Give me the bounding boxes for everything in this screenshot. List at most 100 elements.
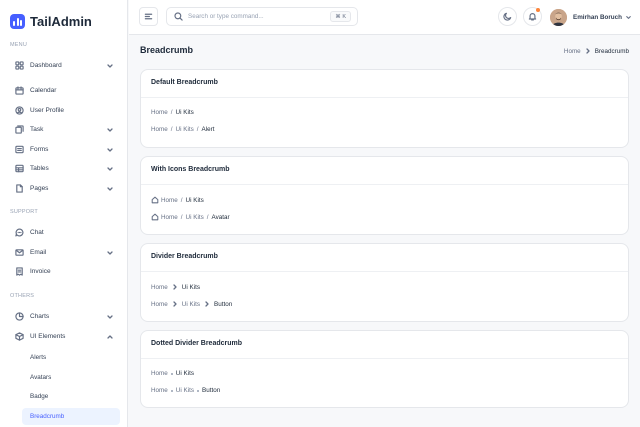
sidebar-item-label: Tables (30, 165, 49, 172)
sidebar-subitem-avatars[interactable]: Avatars (22, 369, 120, 386)
avatar (550, 8, 567, 26)
breadcrumb-row: Home Ui Kits Button (151, 300, 232, 308)
sidebar-item-ui-elements[interactable]: UI Elements (8, 328, 120, 345)
section-title-others: OTHERS (10, 293, 35, 299)
chevron-down-icon (107, 148, 113, 152)
breadcrumb-current: Button (214, 300, 233, 308)
sidebar-item-label: Email (30, 249, 47, 256)
breadcrumb-home-link[interactable]: Home (151, 284, 168, 291)
sidebar-item-email[interactable]: Email (8, 244, 120, 261)
chevron-right-icon (586, 48, 590, 54)
theme-toggle-button[interactable] (498, 7, 517, 26)
top-header: ⌘ K Emirhan Boruch (129, 0, 640, 35)
sidebar-item-tables[interactable]: Tables (8, 160, 120, 177)
sidebar-item-forms[interactable]: Forms (8, 141, 120, 158)
card-icons-breadcrumb: With Icons Breadcrumb Home / Ui Kits Hom… (140, 156, 629, 235)
breadcrumb-current: Ui Kits (175, 109, 194, 116)
sidebar-item-task[interactable]: Task (8, 121, 120, 138)
chevron-right-icon (173, 301, 177, 307)
bell-icon (528, 13, 537, 21)
home-icon (151, 213, 159, 221)
slash-divider: / (180, 213, 183, 221)
breadcrumb-current: Avatar (211, 213, 230, 221)
sidebar-item-calendar[interactable]: Calendar (8, 82, 120, 99)
card-divider (141, 97, 628, 98)
breadcrumb-home-link[interactable]: Home (151, 370, 168, 377)
sidebar-item-charts[interactable]: Charts (8, 308, 120, 325)
chevron-down-icon (107, 187, 113, 191)
moon-icon (503, 12, 512, 21)
sidebar-item-pages[interactable]: Pages (8, 180, 120, 197)
breadcrumb-row: Home Ui Kits (151, 283, 200, 291)
breadcrumb-home-link[interactable]: Home (564, 48, 581, 55)
invoice-icon (14, 267, 24, 277)
search-input[interactable] (188, 13, 328, 20)
logo-icon (10, 13, 25, 29)
chevron-down-icon (107, 64, 113, 68)
chevron-right-icon (173, 284, 177, 290)
breadcrumb-link[interactable]: Ui Kits (182, 301, 200, 308)
breadcrumb-row: Home / Ui Kits (151, 109, 194, 116)
breadcrumb-current: Ui Kits (175, 370, 194, 377)
sidebar-item-label: Dashboard (30, 62, 62, 69)
chevron-down-icon (107, 315, 113, 319)
chevron-down-icon (626, 15, 631, 19)
section-title-support: SUPPORT (10, 209, 38, 215)
sidebar-item-chat[interactable]: Chat (8, 224, 120, 241)
breadcrumb-link[interactable]: Ui Kits (186, 214, 204, 221)
notifications-button[interactable] (523, 7, 542, 26)
breadcrumb-row: Home Ui Kits (151, 370, 194, 377)
chevron-right-icon (205, 301, 209, 307)
sidebar-toggle-button[interactable] (139, 7, 158, 26)
user-name: Emirhan Boruch (573, 13, 622, 21)
breadcrumb-home-link[interactable]: Home (151, 109, 168, 116)
breadcrumb-home-link[interactable]: Home (151, 126, 168, 133)
user-menu[interactable]: Emirhan Boruch (550, 7, 632, 27)
task-icon (14, 125, 24, 135)
sidebar-item-label: UI Elements (30, 333, 66, 340)
sidebar-item-label: Calendar (30, 87, 57, 94)
sidebar-item-label: Chat (30, 229, 44, 236)
home-icon (151, 196, 159, 204)
page-title: Breadcrumb (140, 45, 194, 55)
sidebar-item-dashboard[interactable]: Dashboard (8, 57, 120, 74)
brand-logo[interactable]: TailAdmin (10, 13, 92, 29)
sidebar-item-invoice[interactable]: Invoice (8, 263, 120, 280)
card-divider-breadcrumb: Divider Breadcrumb Home Ui Kits Home Ui … (140, 243, 629, 322)
sidebar-item-user-profile[interactable]: User Profile (8, 102, 120, 119)
slash-divider: / (170, 109, 173, 116)
chevron-down-icon (107, 251, 113, 255)
breadcrumb-home-link[interactable]: Home (161, 197, 178, 204)
search-bar: ⌘ K (166, 7, 358, 26)
breadcrumb-row: Home Ui Kits Button (151, 387, 220, 394)
sidebar-subitem-breadcrumb[interactable]: Breadcrumb (22, 408, 120, 425)
sidebar-item-label: Forms (30, 146, 49, 153)
menu-icon (144, 13, 153, 20)
breadcrumb-link[interactable]: Ui Kits (176, 126, 194, 133)
pages-icon (14, 184, 24, 194)
dot-divider (170, 372, 173, 375)
dot-divider (170, 389, 173, 392)
card-divider (141, 184, 628, 185)
table-icon (14, 164, 24, 174)
breadcrumb-home-link[interactable]: Home (151, 387, 168, 394)
breadcrumb-home-link[interactable]: Home (151, 301, 168, 308)
search-icon (174, 12, 183, 21)
slash-divider: / (196, 126, 199, 133)
breadcrumb-row: Home / Ui Kits / Avatar (151, 213, 230, 221)
breadcrumb: Home Breadcrumb (564, 47, 629, 55)
user-circle-icon (14, 106, 24, 116)
breadcrumb-link[interactable]: Ui Kits (176, 387, 194, 394)
sidebar-subitem-badge[interactable]: Badge (22, 388, 120, 405)
breadcrumb-home-link[interactable]: Home (161, 214, 178, 221)
box-icon (14, 332, 24, 342)
chevron-down-icon (107, 167, 113, 171)
breadcrumb-row: Home / Ui Kits / Alert (151, 126, 214, 133)
chat-icon (14, 228, 24, 238)
card-title: Default Breadcrumb (151, 79, 218, 86)
card-title: Dotted Divider Breadcrumb (151, 340, 243, 347)
breadcrumb-row: Home / Ui Kits (151, 196, 204, 204)
forms-icon (14, 145, 24, 155)
breadcrumb-current: Breadcrumb (594, 47, 629, 55)
sidebar-subitem-alerts[interactable]: Alerts (22, 349, 120, 366)
